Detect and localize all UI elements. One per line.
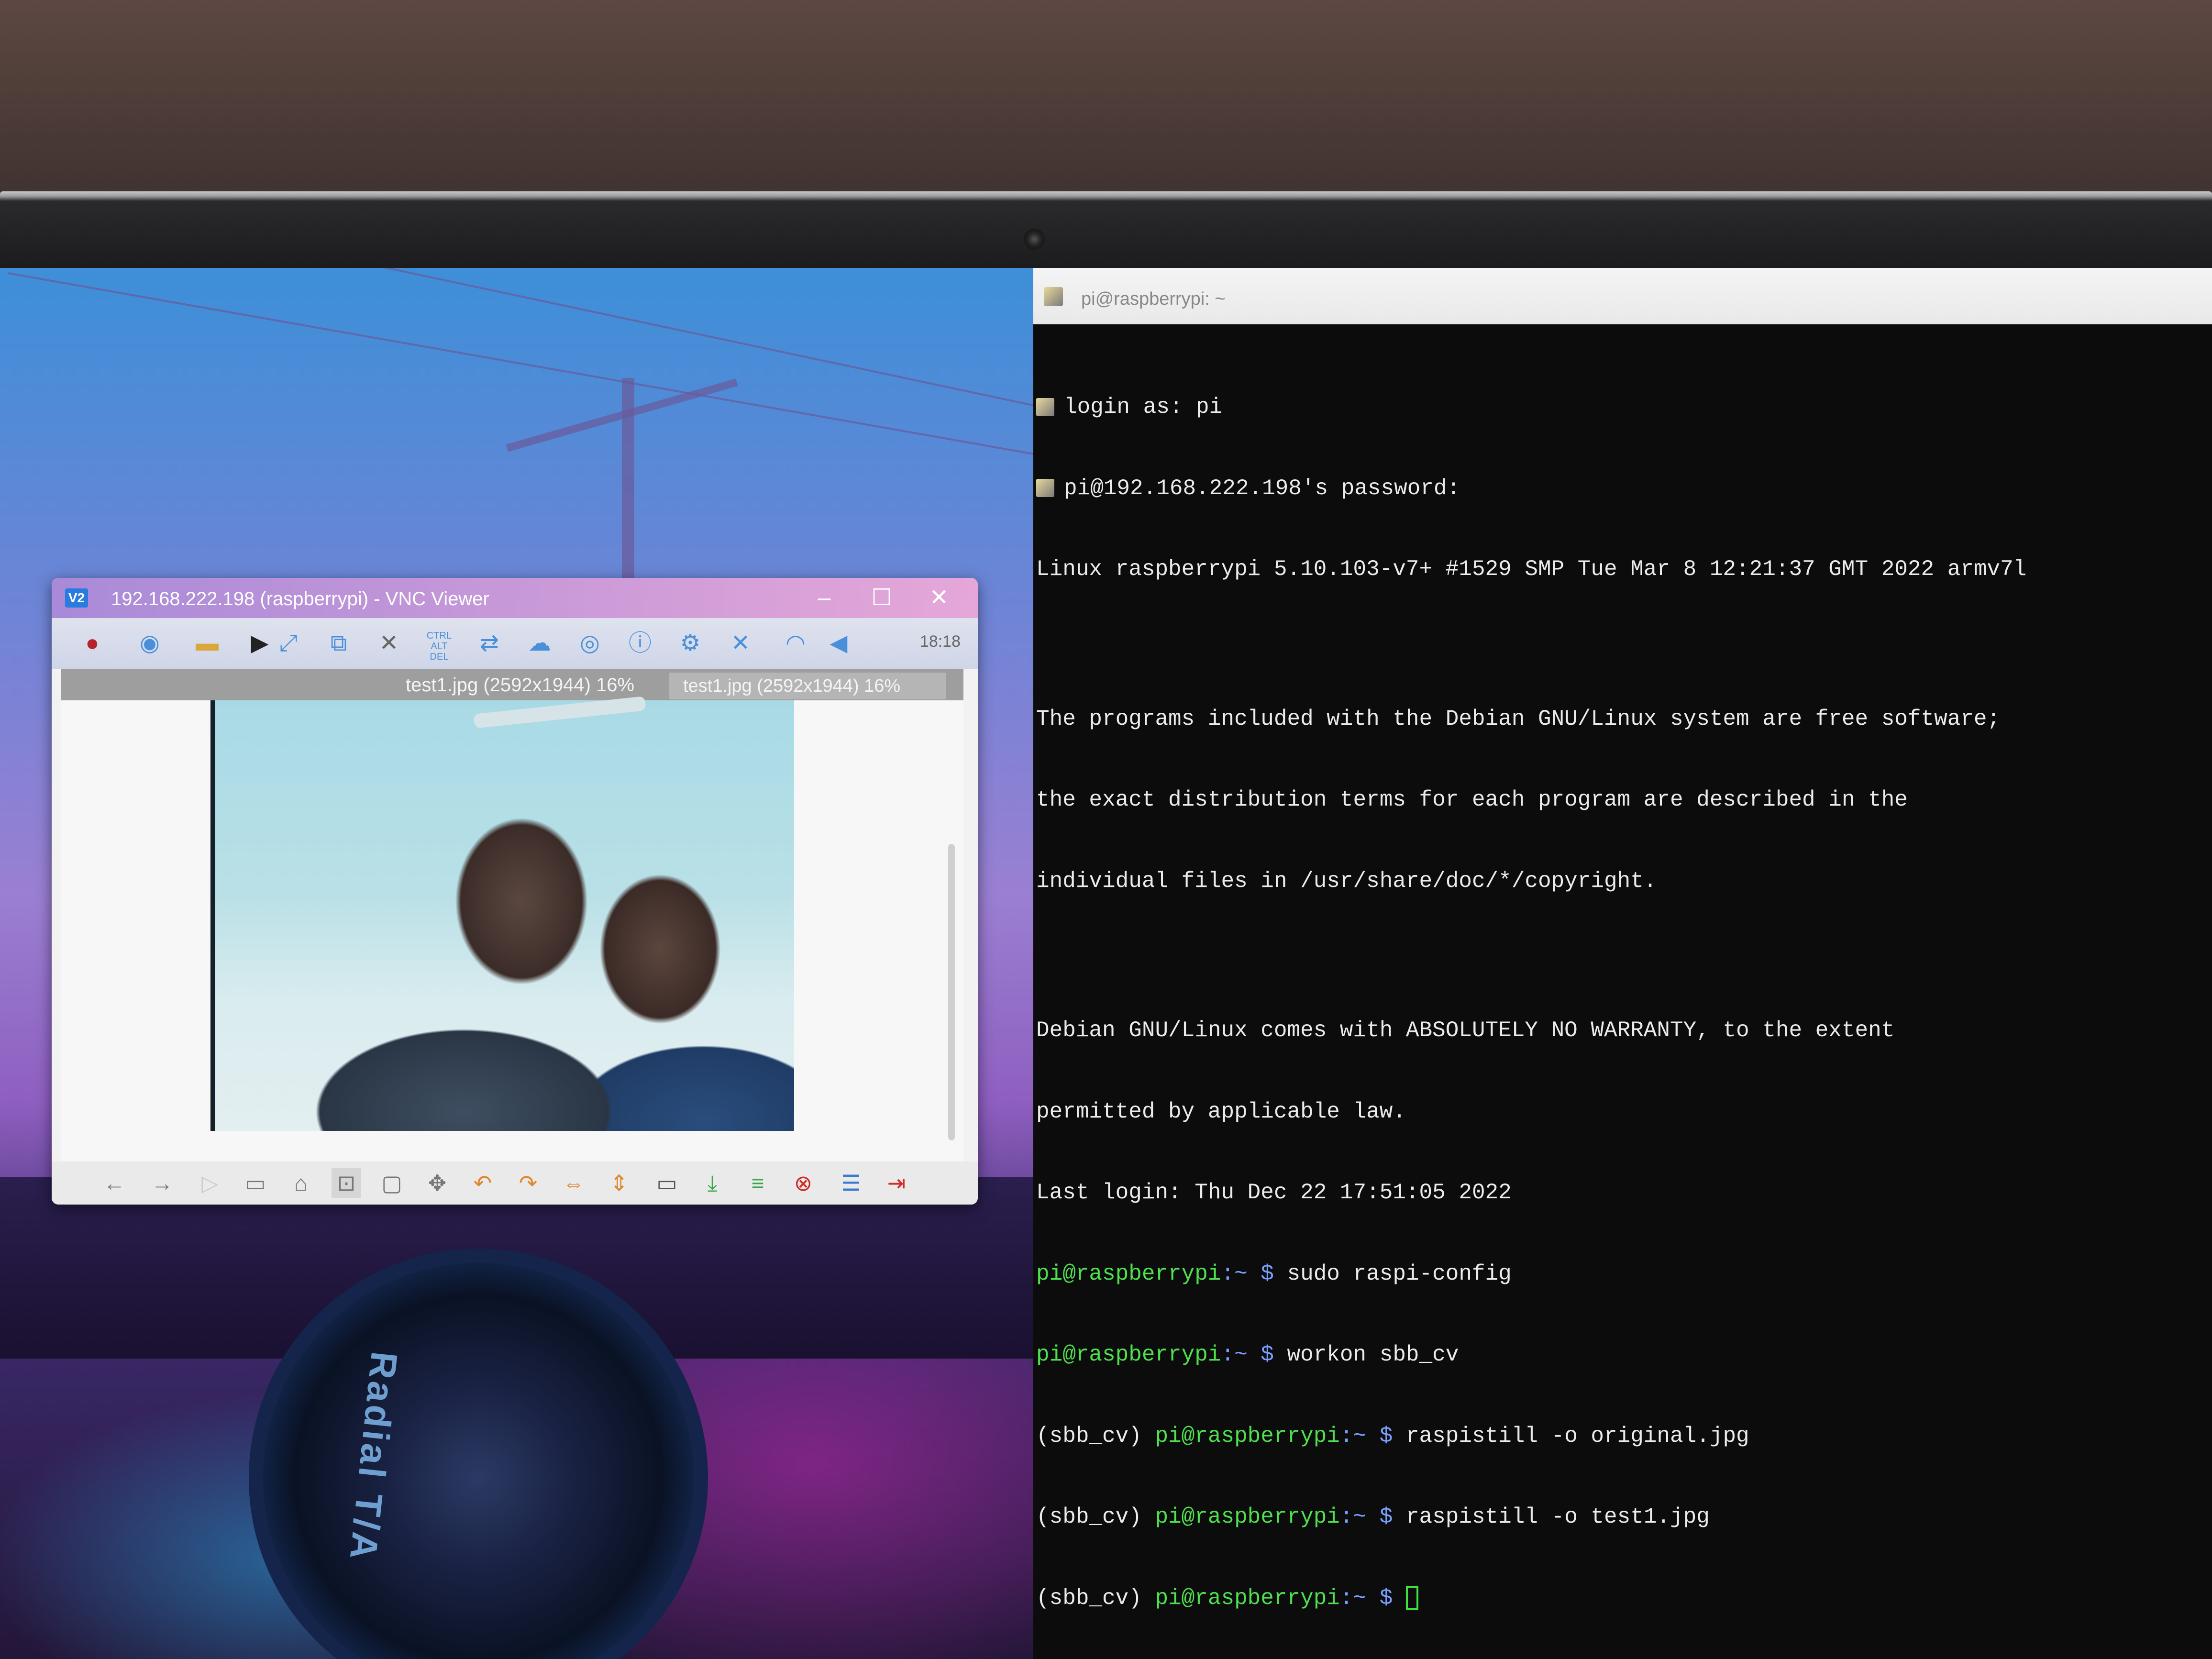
terminal-line: The programs included with the Debian GN… — [1036, 706, 2001, 731]
terminal-active-prompt[interactable]: (sbb_cv) pi@raspberrypi:~ $ — [1036, 1585, 2212, 1612]
fullscreen-move-icon[interactable]: ✥ — [422, 1168, 452, 1198]
original-size-icon[interactable]: ▢ — [377, 1168, 407, 1198]
putty-terminal-window[interactable]: pi@raspberrypi: ~ login as: pi pi@192.16… — [1033, 268, 2212, 1659]
terminal-command-line: pi@raspberrypi:~ $ sudo raspi-config — [1036, 1261, 1512, 1286]
chat-icon[interactable]: ☁ — [523, 627, 556, 660]
raspberry-menu-icon[interactable]: ● — [76, 627, 109, 660]
image-viewer-toolbar: ← → ▷ ▭ ⌂ ⊡ ▢ ✥ ↶ ↷ ⇔ ⇕ ▭ ⤓ ≡ ⊗ ☰ ⇥ — [52, 1161, 978, 1205]
rotate-left-icon[interactable]: ↶ — [468, 1168, 498, 1198]
volume-icon[interactable]: ◀ — [822, 627, 855, 660]
fullscreen-icon[interactable]: ⤢ — [272, 627, 305, 660]
preferences-icon[interactable]: ☰ — [836, 1168, 866, 1198]
record-icon[interactable]: ◎ — [573, 627, 607, 660]
terminal-output[interactable]: login as: pi pi@192.168.222.198's passwo… — [1036, 340, 2212, 1659]
image-title: test1.jpg (2592x1944) 16% — [406, 675, 635, 696]
vnc-window-title: 192.168.222.198 (raspberrypi) - VNC View… — [111, 588, 489, 609]
taskbar-clock: 18:18 — [919, 632, 961, 651]
zoom-in-icon[interactable]: ⌂ — [286, 1168, 316, 1198]
file-manager-icon[interactable]: ▬ — [190, 627, 224, 660]
text-cursor — [1405, 1586, 1418, 1610]
power-line — [11, 268, 1033, 408]
terminal-line: the exact distribution terms for each pr… — [1036, 787, 1908, 812]
play-icon[interactable]: ▷ — [195, 1168, 225, 1198]
vertical-scrollbar[interactable] — [948, 844, 955, 1140]
info-icon[interactable]: ⓘ — [623, 627, 657, 660]
desk-background — [0, 0, 2212, 206]
maximize-button[interactable]: ☐ — [855, 584, 908, 612]
power-line — [8, 272, 1033, 457]
putty-window-title: pi@raspberrypi: ~ — [1081, 289, 1226, 309]
putty-icon — [1036, 479, 1054, 498]
close-session-icon[interactable]: ✕ — [724, 627, 757, 660]
delete-icon[interactable]: ⊗ — [788, 1168, 818, 1198]
putty-title-bar[interactable]: pi@raspberrypi: ~ — [1033, 268, 2212, 324]
ceiling-fan — [473, 696, 646, 729]
image-viewer-canvas — [61, 696, 963, 1164]
close-button[interactable]: ✕ — [913, 584, 965, 612]
putty-icon — [1044, 287, 1063, 306]
scale-icon[interactable]: ⧉ — [322, 627, 355, 660]
captured-photo — [210, 696, 794, 1131]
vnc-viewer-window[interactable]: V2 192.168.222.198 (raspberrypi) - VNC V… — [52, 578, 978, 1205]
fit-icon[interactable]: ⊡ — [332, 1168, 361, 1198]
transfer-icon[interactable]: ⇄ — [473, 627, 506, 660]
vnc-title-bar[interactable]: V2 192.168.222.198 (raspberrypi) - VNC V… — [52, 578, 978, 618]
mute-icon[interactable]: ✕ — [372, 627, 406, 660]
exit-icon[interactable]: ⇥ — [882, 1168, 911, 1198]
terminal-line: pi@192.168.222.198's password: — [1036, 475, 2212, 502]
zoom-out-icon[interactable]: ▭ — [241, 1168, 270, 1198]
open-icon[interactable]: ▭ — [652, 1168, 682, 1198]
ctrl-alt-del-icon[interactable]: CTRL ALT DEL — [422, 627, 456, 662]
save-icon[interactable]: ⤓ — [697, 1168, 727, 1198]
webcam — [1024, 229, 1045, 250]
laptop-bezel — [0, 191, 2212, 273]
settings-icon[interactable]: ⚙ — [674, 627, 707, 660]
terminal-line: permitted by applicable law. — [1036, 1099, 1406, 1124]
putty-icon — [1036, 398, 1054, 416]
terminal-command-line: pi@raspberrypi:~ $ workon sbb_cv — [1036, 1342, 1459, 1367]
terminal-line: individual files in /usr/share/doc/*/cop… — [1036, 868, 1657, 894]
browser-globe-icon[interactable]: ◉ — [133, 627, 166, 660]
terminal-command-line: (sbb_cv) pi@raspberrypi:~ $ raspistill -… — [1036, 1504, 1710, 1529]
terminal-line: login as: pi — [1036, 394, 2212, 421]
flip-vertical-icon[interactable]: ⇕ — [604, 1168, 634, 1198]
terminal-command-line: (sbb_cv) pi@raspberrypi:~ $ raspistill -… — [1036, 1423, 1749, 1449]
back-arrow-icon[interactable]: ← — [100, 1168, 129, 1198]
wifi-icon[interactable]: ◠ — [779, 627, 812, 660]
terminal-line: Last login: Thu Dec 22 17:51:05 2022 — [1036, 1180, 1512, 1205]
vnc-logo-icon: V2 — [65, 588, 88, 608]
terminal-line: Debian GNU/Linux comes with ABSOLUTELY N… — [1036, 1018, 1895, 1043]
laptop-screen: Radial T/A V2 192.168.222.198 (raspberry… — [0, 268, 2212, 1659]
rotate-right-icon[interactable]: ↷ — [513, 1168, 543, 1198]
flip-horizontal-icon[interactable]: ⇔ — [559, 1168, 588, 1198]
vnc-toolbar: ● ◉ ▬ ▶ ⤢ ⧉ ✕ CTRL ALT DEL ⇄ ☁ ◎ ⓘ ⚙ ✕ ◠… — [52, 618, 978, 669]
forward-arrow-icon[interactable]: → — [147, 1168, 177, 1198]
save-as-icon[interactable]: ≡ — [743, 1168, 773, 1198]
image-tooltip: test1.jpg (2592x1944) 16% — [669, 673, 946, 699]
terminal-line: Linux raspberrypi 5.10.103-v7+ #1529 SMP… — [1036, 557, 2027, 582]
minimize-button[interactable]: – — [798, 584, 851, 612]
